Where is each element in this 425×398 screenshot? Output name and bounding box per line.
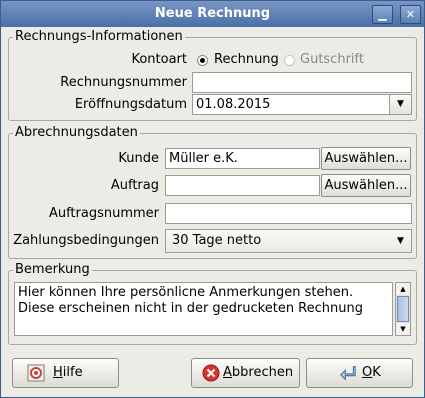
help-button[interactable]: Hilfe	[12, 358, 119, 388]
cancel-icon	[202, 364, 220, 382]
order-label: Auftrag	[110, 178, 159, 193]
invoice-number-label: Rechnungsnummer	[60, 75, 187, 90]
remark-textarea[interactable]: Hier können Ihre persönlicne Anmerkungen…	[14, 282, 393, 336]
account-type-label: Kontoart	[131, 52, 187, 67]
select-customer-button[interactable]: Auswählen...	[321, 147, 411, 170]
scrollbar-thumb[interactable]	[397, 296, 409, 322]
opening-date-label: Eröffnungsdatum	[74, 97, 187, 112]
invoice-info-legend: Rechnungs-Informationen	[13, 29, 185, 44]
dialog-window: Neue Rechnung ▁ ✕ Rechnungs-Informatione…	[0, 0, 425, 398]
remark-legend: Bemerkung	[13, 262, 92, 277]
cancel-button[interactable]: Abbrechen	[191, 358, 300, 388]
minimize-icon: ▁	[378, 8, 387, 21]
order-input[interactable]	[165, 175, 320, 196]
payment-terms-label: Zahlungsbedingungen	[13, 233, 159, 248]
radio-rechnung[interactable]	[197, 55, 208, 66]
select-order-button[interactable]: Auswählen...	[321, 174, 411, 197]
cancel-label: Abbrechen	[223, 365, 294, 380]
payment-terms-value: 30 Tage netto	[172, 233, 262, 248]
radio-gutschrift[interactable]	[284, 55, 295, 66]
ok-label: OK	[362, 365, 381, 380]
invoice-number-input[interactable]	[192, 72, 412, 93]
close-icon: ✕	[405, 8, 416, 21]
minimize-button[interactable]: ▁	[372, 5, 393, 24]
opening-date-value: 01.08.2015	[196, 97, 271, 112]
remark-scrollbar[interactable]: ▲ ▼	[395, 282, 411, 336]
ok-button[interactable]: OK	[306, 358, 413, 388]
remark-line-2: Diese erscheinen nicht in der gedruckete…	[18, 301, 363, 316]
chevron-down-icon[interactable]: ▼	[390, 230, 411, 252]
window-title: Neue Rechnung	[154, 6, 271, 21]
scroll-down-icon[interactable]: ▼	[396, 323, 410, 335]
help-label: Hilfe	[53, 365, 83, 380]
order-number-label: Auftragsnummer	[48, 206, 159, 221]
help-icon	[27, 364, 45, 382]
radio-rechnung-label[interactable]: Rechnung	[214, 52, 279, 67]
opening-date-combo[interactable]: 01.08.2015 ▼	[192, 94, 412, 115]
payment-terms-combo[interactable]: 30 Tage netto ▼	[165, 229, 412, 253]
billing-legend: Abrechnungsdaten	[13, 125, 140, 140]
title-bar[interactable]: Neue Rechnung ▁ ✕	[1, 1, 424, 27]
scroll-up-icon[interactable]: ▲	[396, 283, 410, 295]
customer-input[interactable]: Müller e.K.	[165, 148, 320, 169]
customer-label: Kunde	[118, 151, 159, 166]
chevron-down-icon[interactable]: ▼	[389, 95, 411, 114]
radio-gutschrift-label[interactable]: Gutschrift	[300, 52, 364, 67]
order-number-input[interactable]	[165, 203, 412, 224]
close-button[interactable]: ✕	[400, 5, 421, 24]
remark-line-1: Hier können Ihre persönlicne Anmerkungen…	[18, 285, 354, 300]
ok-icon	[340, 366, 356, 381]
